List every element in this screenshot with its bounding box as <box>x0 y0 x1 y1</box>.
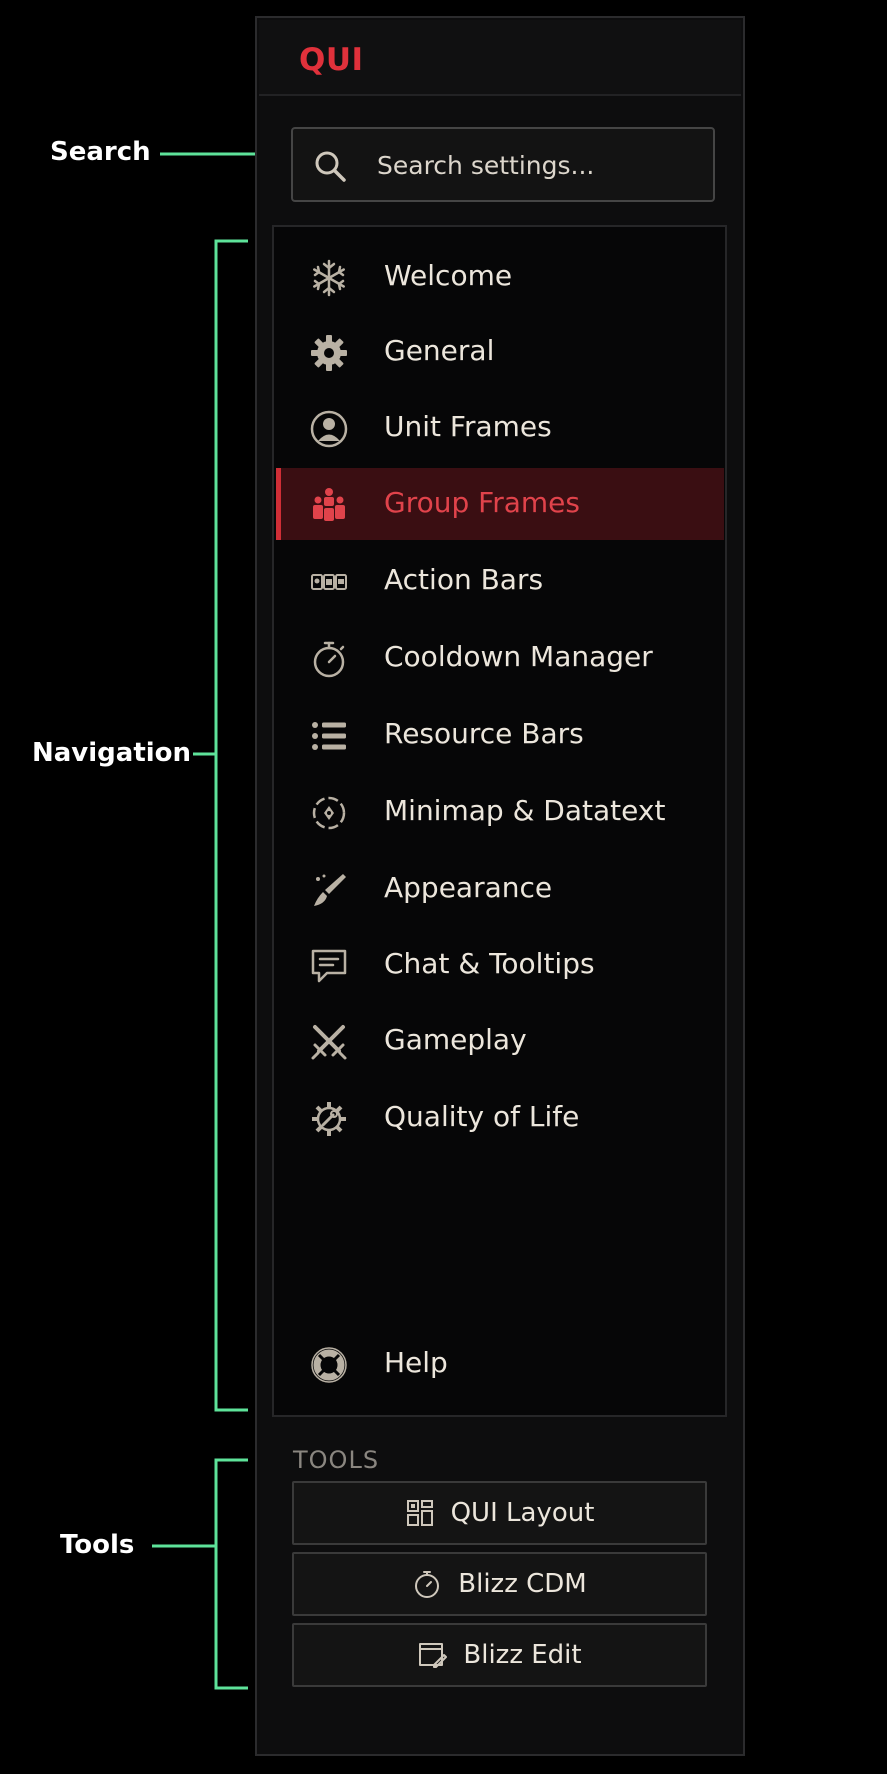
nav-label: Unit Frames <box>384 410 552 443</box>
paintbrush-icon <box>314 874 346 906</box>
nav-label: General <box>384 334 495 367</box>
tool-label: Blizz Edit <box>463 1640 582 1670</box>
minimap-icon <box>312 796 346 830</box>
nav-label: Resource Bars <box>384 717 584 750</box>
nav-label: Action Bars <box>384 563 544 596</box>
nav-label: Group Frames <box>384 486 580 519</box>
user-circle-icon <box>310 410 348 448</box>
crossed-swords-icon <box>311 1025 347 1060</box>
nav-item-cooldown-manager[interactable]: Cooldown Manager <box>276 622 724 694</box>
nav-label: Quality of Life <box>384 1100 580 1133</box>
annotation-navigation: Navigation <box>32 738 192 768</box>
nav-label: Help <box>384 1346 448 1379</box>
annotation-tools: Tools <box>60 1530 135 1560</box>
gear-wrench-icon <box>312 1102 346 1136</box>
nav-label: Minimap & Datatext <box>384 794 666 827</box>
panel-title: QUI <box>299 42 364 78</box>
group-icon <box>313 488 345 521</box>
nav-item-action-bars[interactable]: Action Bars <box>276 545 724 617</box>
nav-item-help[interactable]: Help <box>276 1328 724 1400</box>
blizz-cdm-button[interactable]: Blizz CDM <box>292 1552 707 1616</box>
list-icon <box>312 722 346 750</box>
navigation-list: Welcome General Unit Frames Group Frames… <box>272 225 727 1417</box>
nav-label: Appearance <box>384 871 553 904</box>
nav-item-chat-tooltips[interactable]: Chat & Tooltips <box>276 929 724 1001</box>
tool-label: Blizz CDM <box>458 1569 587 1599</box>
nav-item-welcome[interactable]: Welcome <box>276 241 724 313</box>
nav-label: Cooldown Manager <box>384 640 653 673</box>
lifebuoy-icon <box>311 1347 347 1383</box>
search-box[interactable] <box>291 127 715 202</box>
tool-label: QUI Layout <box>450 1498 595 1528</box>
stopwatch-icon <box>313 641 345 678</box>
nav-item-general[interactable]: General <box>276 316 724 388</box>
search-icon <box>315 151 346 182</box>
nav-item-quality-of-life[interactable]: Quality of Life <box>276 1082 724 1154</box>
gear-icon <box>311 335 347 371</box>
stopwatch-icon <box>415 1571 440 1598</box>
action-bars-icon <box>311 574 347 590</box>
nav-item-appearance[interactable]: Appearance <box>276 853 724 925</box>
nav-label: Chat & Tooltips <box>384 947 595 980</box>
nav-item-gameplay[interactable]: Gameplay <box>276 1005 724 1077</box>
annotation-search: Search <box>50 137 151 167</box>
nav-item-minimap-datatext[interactable]: Minimap & Datatext <box>276 776 724 848</box>
chat-bubble-icon <box>311 949 347 983</box>
layout-grid-icon <box>406 1500 433 1526</box>
window-edit-icon <box>419 1643 448 1668</box>
nav-label: Welcome <box>384 259 513 292</box>
blizz-edit-button[interactable]: Blizz Edit <box>292 1623 707 1687</box>
nav-item-resource-bars[interactable]: Resource Bars <box>276 699 724 771</box>
snowflake-icon <box>313 259 345 297</box>
tools-heading: TOOLS <box>293 1446 380 1474</box>
nav-item-group-frames[interactable]: Group Frames <box>276 468 724 540</box>
nav-label: Gameplay <box>384 1023 527 1056</box>
panel-header: QUI <box>259 20 741 96</box>
search-input[interactable] <box>375 139 699 191</box>
nav-item-unit-frames[interactable]: Unit Frames <box>276 392 724 464</box>
qui-layout-button[interactable]: QUI Layout <box>292 1481 707 1545</box>
